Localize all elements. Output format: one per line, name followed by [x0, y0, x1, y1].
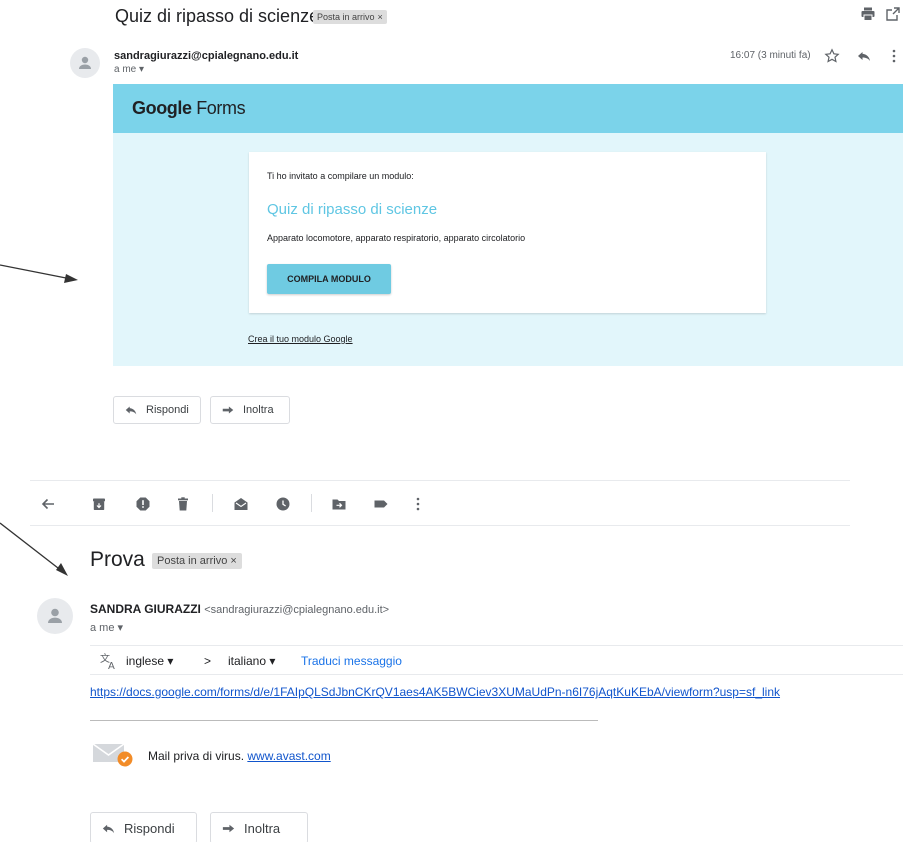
translate-icon: 文A — [100, 652, 118, 672]
email2-sender[interactable]: SANDRA GIURAZZI <sandragiurazzi@cpialegn… — [90, 602, 389, 616]
email2-reply-button[interactable]: Rispondi — [90, 812, 197, 842]
form-url-link[interactable]: https://docs.google.com/forms/d/e/1FAIpQ… — [90, 685, 780, 699]
delete-icon[interactable] — [175, 496, 191, 512]
back-arrow-icon[interactable] — [40, 496, 56, 512]
email2-forward-button[interactable]: Inoltra — [210, 812, 308, 842]
reply-icon — [125, 406, 137, 415]
forms-title[interactable]: Quiz di ripasso di scienze — [267, 201, 437, 218]
fill-form-button[interactable]: COMPILA MODULO — [267, 264, 391, 294]
email2-subject: Prova — [90, 548, 145, 571]
email1-subject: Quiz di ripasso di scienze — [115, 6, 320, 26]
translate-bar — [90, 645, 903, 675]
translate-message-link[interactable]: Traduci messaggio — [301, 654, 402, 668]
signature-divider — [90, 720, 598, 721]
email1-sender[interactable]: sandragiurazzi@cpialegnano.edu.it — [114, 50, 298, 62]
more-vert-icon[interactable] — [410, 496, 426, 512]
move-to-icon[interactable] — [331, 496, 347, 512]
forward-label: Inoltra — [244, 820, 281, 836]
print-icon[interactable] — [860, 6, 876, 22]
toolbar-bottom-divider — [30, 525, 850, 526]
reply-icon[interactable] — [856, 48, 872, 64]
email1-avatar — [70, 48, 100, 78]
google-forms-logo: Google Forms — [132, 98, 246, 118]
more-vert-icon[interactable] — [886, 48, 902, 64]
annotation-arrowhead-1 — [64, 274, 78, 283]
forms-invite-text: Ti ho invitato a compilare un modulo: — [267, 171, 414, 181]
report-spam-icon[interactable] — [135, 496, 151, 512]
open-in-new-icon[interactable] — [885, 6, 901, 22]
virus-free-text: Mail priva di virus. www.avast.com — [148, 749, 331, 763]
create-form-link[interactable]: Crea il tuo modulo Google — [248, 334, 353, 344]
email1-to-me[interactable]: a me ▾ — [114, 64, 144, 75]
reply-label: Rispondi — [124, 820, 175, 836]
annotation-arrow-2 — [0, 522, 59, 569]
svg-text:A: A — [108, 661, 115, 670]
email1-label-text: Posta in arrivo — [317, 12, 375, 22]
reply-label: Rispondi — [146, 404, 189, 416]
email1-time: 16:07 (3 minuti fa) — [730, 50, 811, 61]
email2-avatar — [37, 598, 73, 634]
email1-forward-button[interactable]: Inoltra — [210, 396, 290, 424]
email2-to-me[interactable]: a me ▾ — [90, 621, 123, 634]
source-language-select[interactable]: inglese ▾ — [126, 654, 173, 668]
forward-icon — [222, 406, 234, 414]
annotation-arrowhead-2 — [56, 563, 68, 576]
email2-sender-email: <sandragiurazzi@cpialegnano.edu.it> — [204, 604, 390, 616]
star-icon[interactable] — [824, 48, 840, 64]
forms-description: Apparato locomotore, apparato respirator… — [267, 233, 526, 243]
archive-icon[interactable] — [91, 496, 107, 512]
forward-icon — [222, 824, 235, 832]
toolbar-top-divider — [30, 480, 850, 481]
email2-sender-name: SANDRA GIURAZZI — [90, 602, 201, 616]
email1-label-remove[interactable]: × — [378, 12, 383, 22]
annotation-arrow-1 — [0, 264, 67, 279]
toolbar-separator — [212, 494, 213, 512]
email2-label-remove[interactable]: × — [230, 555, 236, 567]
email1-inbox-label[interactable]: Posta in arrivo × — [313, 10, 387, 24]
email2-label-text: Posta in arrivo — [157, 555, 228, 567]
reply-icon — [102, 824, 115, 833]
target-language-select[interactable]: italiano ▾ — [228, 654, 275, 668]
avast-mail-icon — [92, 740, 136, 768]
email1-reply-button[interactable]: Rispondi — [113, 396, 201, 424]
toolbar-separator — [311, 494, 312, 512]
label-icon[interactable] — [373, 496, 389, 512]
mark-unread-icon[interactable] — [233, 496, 249, 512]
translate-arrow: > — [204, 654, 212, 668]
email2-inbox-label[interactable]: Posta in arrivo × — [152, 553, 242, 569]
forward-label: Inoltra — [243, 404, 274, 416]
avast-link[interactable]: www.avast.com — [247, 749, 330, 763]
snooze-icon[interactable] — [275, 496, 291, 512]
